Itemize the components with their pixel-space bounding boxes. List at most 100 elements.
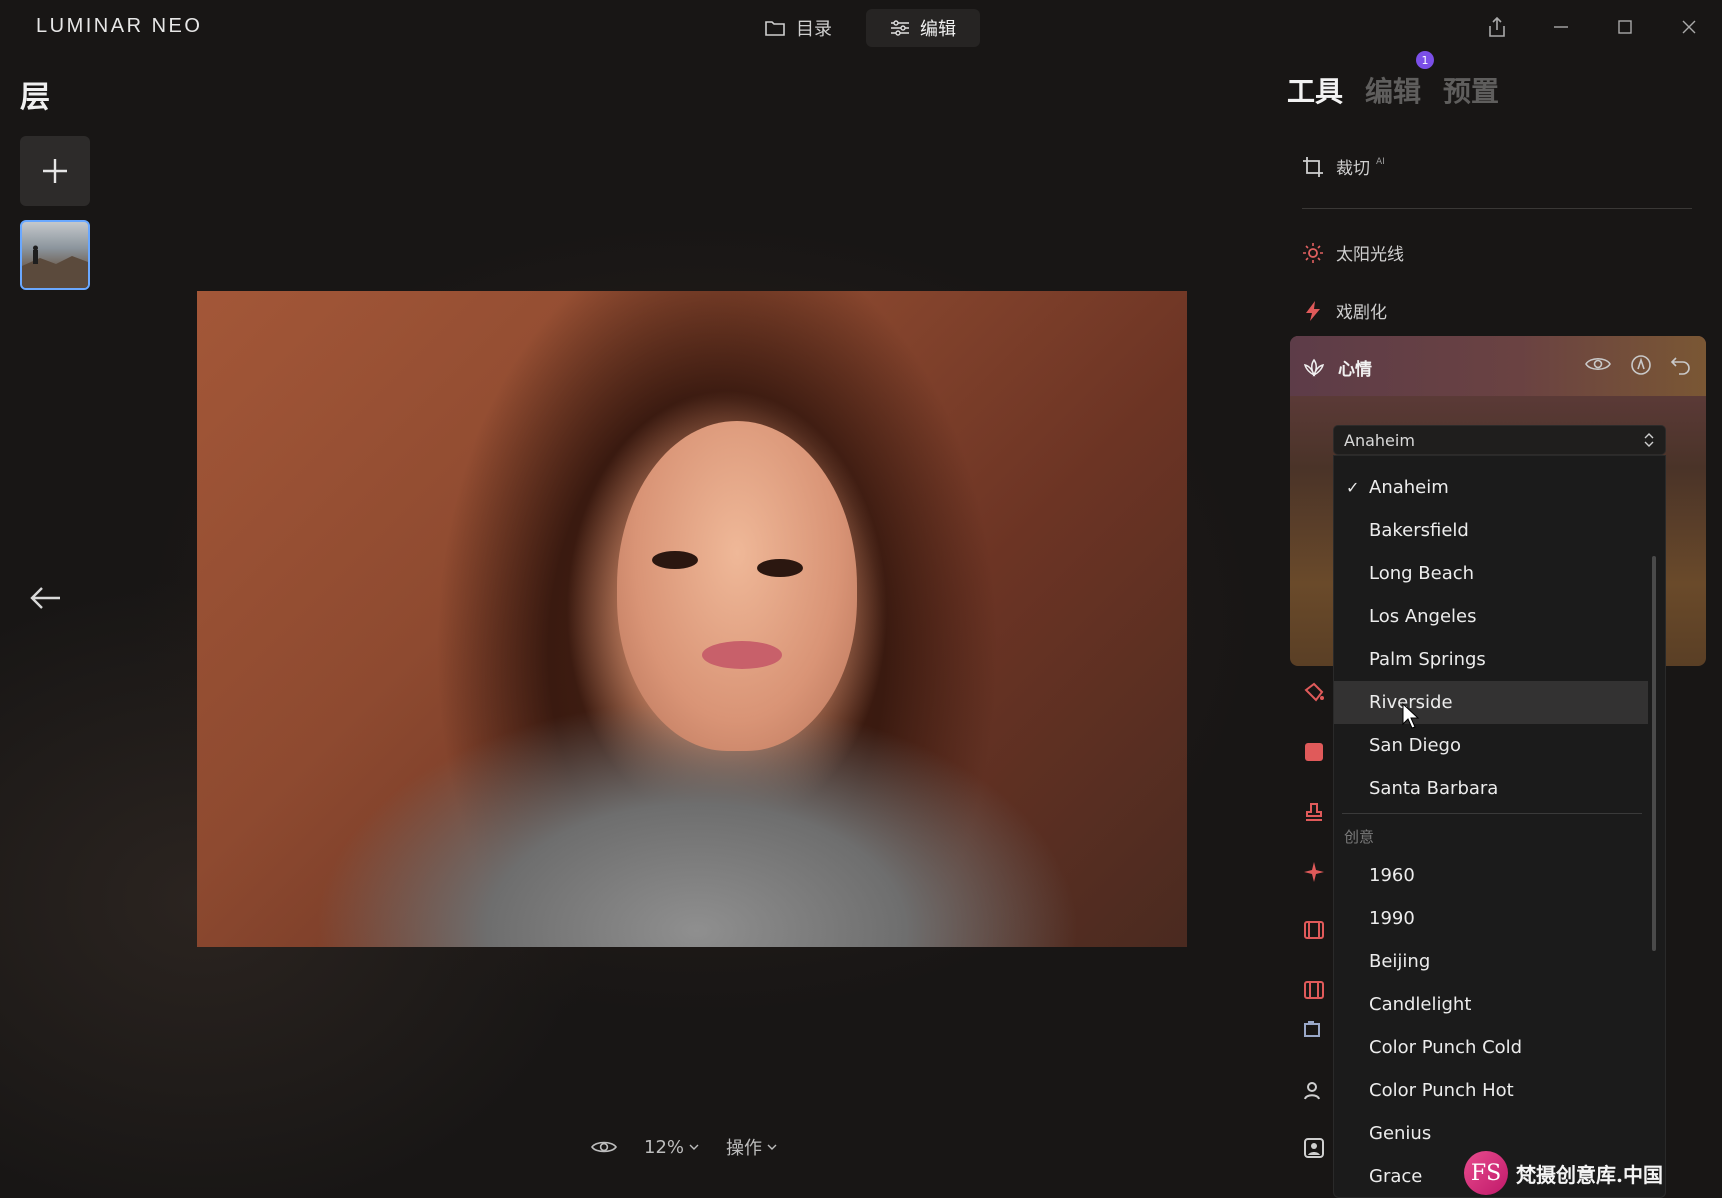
chevron-down-icon	[767, 1144, 777, 1150]
lut-option-label: Santa Barbara	[1369, 778, 1499, 799]
lut-option-label: 1990	[1369, 908, 1415, 929]
undo-icon[interactable]	[1670, 354, 1692, 376]
sliders-icon	[891, 20, 909, 36]
tab-tools[interactable]: 工具	[1287, 70, 1343, 110]
sparkle-icon[interactable]	[1302, 860, 1326, 884]
actions-dropdown[interactable]: 操作	[726, 1134, 778, 1160]
zoom-value: 12%	[644, 1136, 685, 1158]
lut-option-1990[interactable]: 1990	[1334, 897, 1648, 940]
photo-lips	[702, 641, 782, 669]
mood-lut-selected: Anaheim	[1344, 430, 1415, 450]
mood-title[interactable]: 心情	[1302, 355, 1372, 380]
lut-option-anaheim[interactable]: ✓ Anaheim	[1334, 466, 1648, 509]
photo-face	[617, 421, 857, 751]
edit-tab[interactable]: 编辑	[866, 9, 980, 47]
mouse-cursor-icon	[1402, 703, 1420, 729]
close-icon[interactable]	[1670, 10, 1708, 44]
lut-option-santa-barbara[interactable]: Santa Barbara	[1334, 767, 1648, 810]
edits-count-badge: 1	[1416, 51, 1434, 69]
tool-sun-rays-label: 太阳光线	[1336, 245, 1404, 265]
lut-option-label: Genius	[1369, 1123, 1432, 1144]
lut-option-label: Los Angeles	[1369, 606, 1477, 627]
previous-arrow-icon[interactable]	[26, 578, 66, 618]
share-icon[interactable]	[1478, 10, 1516, 44]
lut-option-label: Anaheim	[1369, 477, 1449, 498]
lut-option-label: Beijing	[1369, 951, 1431, 972]
lut-option-san-diego[interactable]: San Diego	[1334, 724, 1648, 767]
portrait-tool-icon[interactable]	[1302, 1016, 1326, 1040]
brush-mask-icon[interactable]	[1630, 354, 1652, 376]
lightning-icon	[1306, 300, 1320, 321]
tool-crop[interactable]: 裁切 AI	[1302, 154, 1385, 179]
right-panel-tabs: 工具 编辑 预置	[1287, 70, 1499, 110]
skin-tool-icon[interactable]	[1302, 1136, 1326, 1160]
bottom-bar: 12% 操作	[590, 1134, 778, 1160]
lut-option-label: Color Punch Hot	[1369, 1080, 1514, 1101]
maximize-icon[interactable]	[1606, 10, 1644, 44]
watermark-logo: FS	[1464, 1151, 1508, 1195]
lut-option-palm-springs[interactable]: Palm Springs	[1334, 638, 1648, 681]
add-layer-button[interactable]	[20, 136, 90, 206]
lut-option-label: Palm Springs	[1369, 649, 1486, 670]
minimize-icon[interactable]	[1542, 10, 1580, 44]
lut-option-long-beach[interactable]: Long Beach	[1334, 552, 1648, 595]
mood-lut-select[interactable]: Anaheim	[1333, 425, 1666, 455]
film-icon[interactable]	[1302, 918, 1326, 942]
lut-option-label: Candlelight	[1369, 994, 1472, 1015]
catalog-tab[interactable]: 目录	[740, 9, 856, 47]
ai-superscript: AI	[1376, 156, 1385, 167]
lut-option-color-punch-hot[interactable]: Color Punch Hot	[1334, 1069, 1648, 1112]
catalog-tab-label: 目录	[796, 19, 832, 40]
mood-actions	[1584, 354, 1692, 376]
plus-icon	[43, 159, 67, 183]
lut-option-1960[interactable]: 1960	[1334, 854, 1648, 897]
creative-group-label: 创意	[1344, 828, 1375, 846]
mood-title-label: 心情	[1338, 360, 1372, 380]
color-square-icon[interactable]	[1302, 740, 1326, 764]
film-grain-icon[interactable]	[1302, 978, 1326, 1002]
tool-sun-rays[interactable]: 太阳光线	[1302, 240, 1404, 265]
edit-tab-label: 编辑	[920, 19, 956, 40]
zoom-dropdown[interactable]: 12%	[644, 1137, 700, 1158]
lut-option-label: San Diego	[1369, 735, 1461, 756]
top-nav: 目录 编辑	[740, 9, 980, 47]
eye-icon[interactable]	[1584, 354, 1612, 374]
tab-presets[interactable]: 预置	[1443, 70, 1499, 110]
lut-option-beijing[interactable]: Beijing	[1334, 940, 1648, 983]
photo-eye-right	[757, 559, 803, 577]
layer-thumbnail[interactable]	[20, 220, 90, 290]
lotus-icon	[1303, 358, 1325, 377]
watermark: FS 梵摄创意库.中国	[1464, 1148, 1719, 1198]
dropdown-separator	[1342, 813, 1642, 814]
lut-option-los-angeles[interactable]: Los Angeles	[1334, 595, 1648, 638]
dropdown-scrollbar[interactable]	[1652, 556, 1656, 951]
stamp-icon[interactable]	[1302, 800, 1326, 824]
actions-label: 操作	[726, 1138, 763, 1159]
eye-icon	[591, 1141, 617, 1153]
tool-dramatic[interactable]: 戏剧化	[1302, 298, 1387, 323]
tool-crop-label: 裁切	[1336, 159, 1370, 179]
window-controls	[1478, 10, 1708, 44]
sun-icon	[1303, 242, 1323, 263]
lut-option-label: 1960	[1369, 865, 1415, 886]
main-photo	[197, 291, 1187, 947]
lut-option-bakersfield[interactable]: Bakersfield	[1334, 509, 1648, 552]
paint-bucket-icon[interactable]	[1302, 680, 1326, 704]
watermark-text: 梵摄创意库.中国	[1516, 1162, 1663, 1187]
mood-lut-dropdown: ✓ Anaheim Bakersfield Long Beach Los Ang…	[1333, 455, 1666, 1198]
chevron-down-icon	[689, 1144, 699, 1150]
lut-option-color-punch-cold[interactable]: Color Punch Cold	[1334, 1026, 1648, 1069]
chevron-updown-icon	[1644, 433, 1654, 447]
lut-option-riverside[interactable]: Riverside	[1334, 681, 1648, 724]
crop-icon	[1303, 156, 1323, 177]
checkmark-icon: ✓	[1346, 478, 1360, 497]
preview-toggle[interactable]	[590, 1138, 618, 1156]
lut-option-label: Grace	[1369, 1166, 1423, 1187]
folder-icon	[765, 21, 785, 36]
lut-option-label: Long Beach	[1369, 563, 1475, 584]
tab-edits[interactable]: 编辑	[1365, 70, 1421, 110]
layers-title: 层	[20, 80, 50, 115]
tools-divider	[1302, 208, 1692, 209]
lut-option-candlelight[interactable]: Candlelight	[1334, 983, 1648, 1026]
face-tool-icon[interactable]	[1302, 1078, 1326, 1102]
